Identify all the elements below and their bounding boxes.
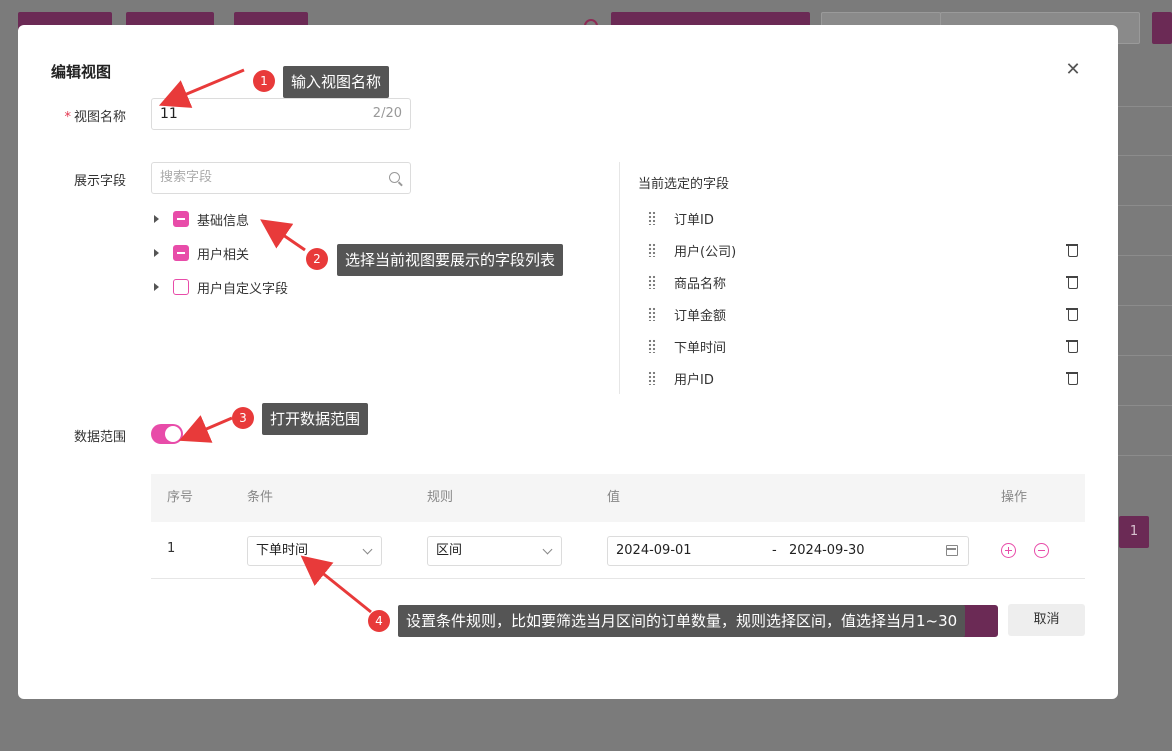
annotation-tip: 设置条件规则，比如要筛选当月区间的订单数量，规则选择区间，值选择当月1~30 [398,605,966,637]
rule-select-value: 区间 [436,543,463,558]
data-range-label: 数据范围 [73,430,126,445]
checkbox-unchecked[interactable] [173,279,189,295]
tree-item-label: 用户自定义字段 [197,281,289,297]
view-name-value: 11 [160,106,178,122]
chevron-down-icon [362,544,373,555]
column-header-condition: 条件 [247,490,274,505]
tree-item-user-related[interactable]: 用户相关 [154,243,249,263]
column-divider [619,162,620,394]
trash-icon[interactable] [1066,307,1078,321]
date-separator: - [772,543,777,558]
column-header-value: 值 [607,490,621,505]
required-mark: * [64,110,71,125]
calendar-icon [946,545,958,556]
column-header-action: 操作 [1001,490,1028,505]
remove-condition-icon[interactable] [1034,543,1049,558]
background-row [1118,355,1172,356]
background-button [1152,12,1172,44]
selected-field-item[interactable]: 商品名称 [648,272,1078,292]
selected-field-item[interactable]: 用户(公司) [648,240,1078,260]
date-range-picker[interactable]: 2024-09-01 - 2024-09-30 [607,536,969,566]
rule-select[interactable]: 区间 [427,536,562,566]
field-search-input[interactable]: 搜索字段 [151,162,411,194]
trash-icon[interactable] [1066,243,1078,257]
add-condition-icon[interactable] [1001,543,1016,558]
field-search-placeholder: 搜索字段 [160,170,213,185]
trash-icon[interactable] [1066,275,1078,289]
selected-field-item[interactable]: 订单ID [648,208,1078,228]
tree-item-label: 基础信息 [197,213,250,229]
caret-right-icon[interactable] [154,215,159,223]
trash-icon[interactable] [1066,339,1078,353]
column-header-rule: 规则 [427,490,454,505]
condition-select-value: 下单时间 [256,543,309,558]
annotation-badge: 3 [232,407,254,429]
drag-handle-icon[interactable] [648,211,656,225]
checkbox-partial[interactable] [173,211,189,227]
tree-item-basic-info[interactable]: 基础信息 [154,209,249,229]
selected-field-label: 用户(公司) [674,244,737,260]
view-name-label: * 视图名称 [36,106,126,125]
view-name-label-text: 视图名称 [73,110,126,125]
selected-field-label: 商品名称 [674,276,727,292]
trash-icon[interactable] [1066,371,1078,385]
table-row: 1 下单时间 区间 2024-09-01 - 2024-09-30 [151,522,1085,579]
column-header-index: 序号 [167,490,194,505]
search-icon [389,172,400,183]
annotation-badge: 1 [253,70,275,92]
annotation-badge: 4 [368,610,390,632]
annotation-tip: 输入视图名称 [283,66,390,98]
selected-field-item[interactable]: 订单金额 [648,304,1078,324]
row-index: 1 [167,541,176,556]
checkbox-partial[interactable] [173,245,189,261]
date-start[interactable]: 2024-09-01 [616,537,692,565]
date-end[interactable]: 2024-09-30 [789,537,865,565]
modal-title: 编辑视图 [51,63,112,81]
background-row [1118,205,1172,206]
selected-fields-title: 当前选定的字段 [638,177,730,192]
annotation-badge: 2 [306,248,328,270]
view-name-input[interactable]: 11 2/20 [151,98,411,130]
background-row [1118,255,1172,256]
selected-field-item[interactable]: 用户ID [648,368,1078,388]
drag-handle-icon[interactable] [648,243,656,257]
drag-handle-icon[interactable] [648,371,656,385]
annotation-tip: 打开数据范围 [262,403,369,435]
close-icon[interactable]: ✕ [1064,61,1082,79]
tree-item-custom-fields[interactable]: 用户自定义字段 [154,277,288,297]
selected-field-label: 订单金额 [674,308,727,324]
data-range-switch[interactable] [151,424,183,444]
selected-field-label: 用户ID [674,372,714,388]
view-name-count: 2/20 [372,106,402,121]
annotation-tip: 选择当前视图要展示的字段列表 [337,244,564,276]
caret-right-icon[interactable] [154,283,159,291]
caret-right-icon[interactable] [154,249,159,257]
display-fields-label: 展示字段 [73,174,126,189]
background-row [1118,305,1172,306]
background-row [1118,106,1172,107]
chevron-down-icon [542,544,553,555]
drag-handle-icon[interactable] [648,275,656,289]
condition-select[interactable]: 下单时间 [247,536,382,566]
drag-handle-icon[interactable] [648,339,656,353]
edit-view-modal: 编辑视图 ✕ * 视图名称 11 2/20 展示字段 搜索字段 基础信息 用户相关… [18,25,1118,699]
drag-handle-icon[interactable] [648,307,656,321]
condition-table-header: 序号 条件 规则 值 操作 [151,474,1085,522]
background-row [1118,405,1172,406]
background-row [1118,155,1172,156]
cancel-button[interactable]: 取消 [1008,604,1085,636]
selected-field-label: 下单时间 [674,340,727,356]
tree-item-label: 用户相关 [197,247,250,263]
switch-knob [165,426,181,442]
background-row [1118,455,1172,456]
background-page-number: 1 [1119,516,1149,548]
selected-field-label: 订单ID [674,212,714,228]
selected-field-item[interactable]: 下单时间 [648,336,1078,356]
